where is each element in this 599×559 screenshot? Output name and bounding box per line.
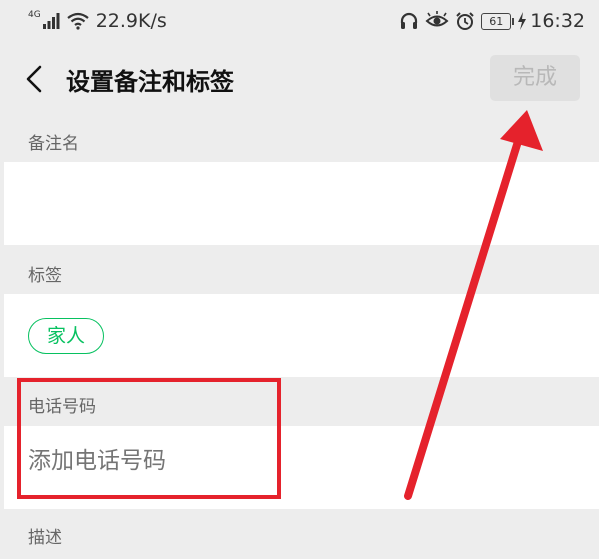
- headphones-icon: [401, 12, 418, 29]
- nav-bar: 设置备注和标签 完成: [0, 44, 599, 116]
- description-label: 描述: [28, 528, 62, 548]
- tags-label: 标签: [28, 266, 62, 286]
- back-arrow-icon: [26, 65, 42, 93]
- back-button[interactable]: [22, 64, 48, 94]
- charging-icon: [518, 12, 527, 30]
- wifi-icon: [67, 12, 89, 30]
- alarm-icon: [456, 12, 474, 30]
- network-type: 4G: [28, 10, 41, 20]
- battery-nub: [512, 17, 515, 25]
- page-title: 设置备注和标签: [66, 68, 234, 96]
- done-button[interactable]: 完成: [490, 55, 580, 101]
- clock-time: 16:32: [530, 10, 585, 32]
- status-bar: 4G 22.9K/s 61 16:32: [0, 0, 599, 44]
- status-bar-right: 61 16:32: [399, 10, 585, 32]
- network-speed: 22.9K/s: [95, 10, 167, 32]
- eye-icon: [425, 11, 449, 27]
- battery-icon: 61: [481, 12, 515, 30]
- phone-label: 电话号码: [28, 397, 96, 417]
- settings-screen: 4G 22.9K/s 61 16:32 设置备注和标签 完成 备注名 标签 家人…: [0, 0, 599, 559]
- remark-label: 备注名: [28, 134, 79, 154]
- remark-input[interactable]: [28, 186, 572, 224]
- phone-input[interactable]: [28, 448, 268, 474]
- status-bar-left: 4G 22.9K/s: [28, 10, 167, 32]
- battery-level: 61: [481, 12, 512, 30]
- signal-icon: [42, 13, 60, 29]
- tag-chip-family[interactable]: 家人: [28, 318, 104, 354]
